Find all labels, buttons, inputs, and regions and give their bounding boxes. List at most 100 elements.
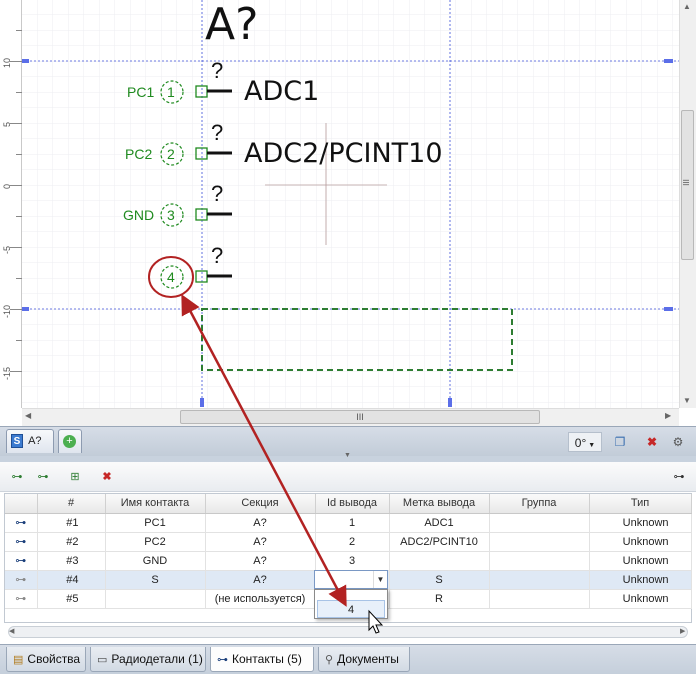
cell-pin-label[interactable]: ADC2/PCINT10 <box>389 532 490 552</box>
dropdown-option[interactable]: 4 <box>317 600 385 618</box>
cell-section[interactable]: (не используется) <box>205 589 316 609</box>
cell-pin-id[interactable]: 3 <box>315 551 390 571</box>
splitter-arrow-icon: ▼ <box>344 452 351 459</box>
schematic-svg <box>20 0 679 408</box>
tab-documents[interactable]: ⚲ Документы <box>318 647 410 672</box>
cell-contact-name[interactable]: S <box>105 570 206 590</box>
tab-label: Свойства <box>27 652 81 666</box>
horizontal-scroll-thumb[interactable]: III <box>180 410 540 424</box>
rotation-select[interactable]: 0° ▼ <box>568 432 602 452</box>
grid-header-icon <box>5 494 38 514</box>
tab-contacts[interactable]: ⊶ Контакты (5) <box>210 647 314 672</box>
cell-type[interactable]: Unknown <box>589 589 692 609</box>
cell-contact-name[interactable]: PC1 <box>105 513 206 533</box>
ruler-label: 5 <box>2 121 12 127</box>
grid-horizontal-scrollbar[interactable] <box>8 626 688 638</box>
pin-number: 1 <box>167 84 175 100</box>
pin-unknown-mark: ? <box>211 58 224 83</box>
vertical-ruler: 10 5 0 -5 -10 -15 <box>0 0 22 408</box>
paperclip-icon: ⚲ <box>325 654 334 666</box>
column-header[interactable]: Метка вывода <box>389 494 490 514</box>
tab-components[interactable]: ▭ Радиодетали (1) <box>90 647 206 672</box>
cell-section[interactable]: A? <box>205 570 316 590</box>
pin-net-label: GND <box>123 207 155 223</box>
column-header[interactable]: Тип <box>589 494 692 514</box>
chevron-down-icon: ▼ <box>588 442 596 449</box>
pin-number: 3 <box>167 207 175 223</box>
table-row[interactable]: ⊶ #1 PC1 A? 1 ADC1 Unknown <box>5 513 692 533</box>
grid-header-row: # Имя контакта Секция Id вывода Метка вы… <box>5 494 692 514</box>
cell-group[interactable] <box>489 570 590 590</box>
cell-pin-id[interactable]: 2 <box>315 532 390 552</box>
cell-contact-name[interactable]: GND <box>105 551 206 571</box>
ruler-label: -5 <box>2 245 12 254</box>
table-row[interactable]: ⊶ #2 PC2 A? 2 ADC2/PCINT10 Unknown <box>5 532 692 552</box>
cell-contact-name[interactable]: PC2 <box>105 532 206 552</box>
tab-label: Документы <box>337 652 399 666</box>
delete-icon[interactable]: ✖ <box>642 432 662 452</box>
import-contacts-icon[interactable]: ⊞ <box>66 469 84 485</box>
column-header[interactable]: Id вывода <box>315 494 390 514</box>
cell-type[interactable]: Unknown <box>589 532 692 552</box>
cell-group[interactable] <box>489 589 590 609</box>
cell-contact-name[interactable] <box>105 589 206 609</box>
cell-pin-label[interactable]: R <box>389 589 490 609</box>
table-row[interactable]: ⊶ #3 GND A? 3 Unknown <box>5 551 692 571</box>
ruler-label: -15 <box>2 366 12 380</box>
cell-type[interactable]: Unknown <box>589 570 692 590</box>
cell-section[interactable]: A? <box>205 532 316 552</box>
cell-group[interactable] <box>489 551 590 571</box>
schematic-canvas[interactable]: A? PC1 1 ? ADC1 PC2 2 ? ADC2/PCINT10 GND… <box>0 0 696 426</box>
pin-name: ADC1 <box>244 76 320 107</box>
delete-contact-icon[interactable]: ✖ <box>98 469 116 485</box>
new-document-tab[interactable]: + <box>58 429 82 453</box>
column-header[interactable]: Секция <box>205 494 316 514</box>
add-contacts-icon[interactable]: ⊶ <box>34 469 52 485</box>
cell-group[interactable] <box>489 513 590 533</box>
column-header[interactable]: Группа <box>489 494 590 514</box>
gear-icon[interactable]: ⚙ <box>668 432 688 452</box>
cell-type[interactable]: Unknown <box>589 513 692 533</box>
scroll-right-icon[interactable]: ▶ <box>665 411 671 420</box>
cell-group[interactable] <box>489 532 590 552</box>
document-tab[interactable]: S A? <box>6 429 54 453</box>
rotation-value: 0° <box>574 436 587 450</box>
contacts-icon: ⊶ <box>217 654 228 666</box>
add-contact-icon[interactable]: ⊶ <box>8 469 26 485</box>
schematic-doc-icon: S <box>11 434 23 448</box>
cell-pin-label[interactable]: S <box>389 570 490 590</box>
pin-unknown-mark: ? <box>211 181 224 206</box>
copy-icon[interactable]: ❐ <box>610 432 630 452</box>
cell-type[interactable]: Unknown <box>589 551 692 571</box>
document-tab-label: A? <box>28 435 42 447</box>
scroll-left-icon[interactable]: ◀ <box>9 627 14 635</box>
cell-section[interactable]: A? <box>205 513 316 533</box>
cell-number: #2 <box>37 532 106 552</box>
chevron-down-icon[interactable]: ▼ <box>373 571 387 588</box>
tab-properties[interactable]: ▤ Свойства <box>6 647 86 672</box>
column-header[interactable]: # <box>37 494 106 514</box>
pin-net-label: PC2 <box>125 146 153 162</box>
column-header[interactable]: Имя контакта <box>105 494 206 514</box>
pin-net-label: PC1 <box>127 84 155 100</box>
scroll-right-icon[interactable]: ▶ <box>680 627 685 635</box>
scroll-left-icon[interactable]: ◀ <box>25 411 31 420</box>
cell-number: #1 <box>37 513 106 533</box>
pin-view-icon[interactable]: ⊶ <box>670 469 688 485</box>
properties-icon: ▤ <box>13 654 24 666</box>
pin-name: ADC2/PCINT10 <box>244 138 443 169</box>
tab-label: Радиодетали (1) <box>111 652 203 666</box>
pin-id-dropdown-list: 4 <box>314 589 388 619</box>
pin-id-combobox[interactable]: ▼ <box>314 570 388 589</box>
cell-pin-label[interactable] <box>389 551 490 571</box>
pin-row-icon: ⊶ <box>5 513 38 533</box>
cell-section[interactable]: A? <box>205 551 316 571</box>
ruler-label: -10 <box>2 304 12 318</box>
scroll-down-icon[interactable]: ▼ <box>683 396 691 405</box>
pin-row-icon: ⊶ <box>5 570 38 590</box>
contacts-toolbar: ⊶ ⊶ ⊞ ✖ ⊶ <box>0 462 696 492</box>
cell-pin-label[interactable]: ADC1 <box>389 513 490 533</box>
cell-pin-id[interactable]: 1 <box>315 513 390 533</box>
pin-row-icon: ⊶ <box>5 532 38 552</box>
scroll-up-icon[interactable]: ▲ <box>683 2 691 11</box>
